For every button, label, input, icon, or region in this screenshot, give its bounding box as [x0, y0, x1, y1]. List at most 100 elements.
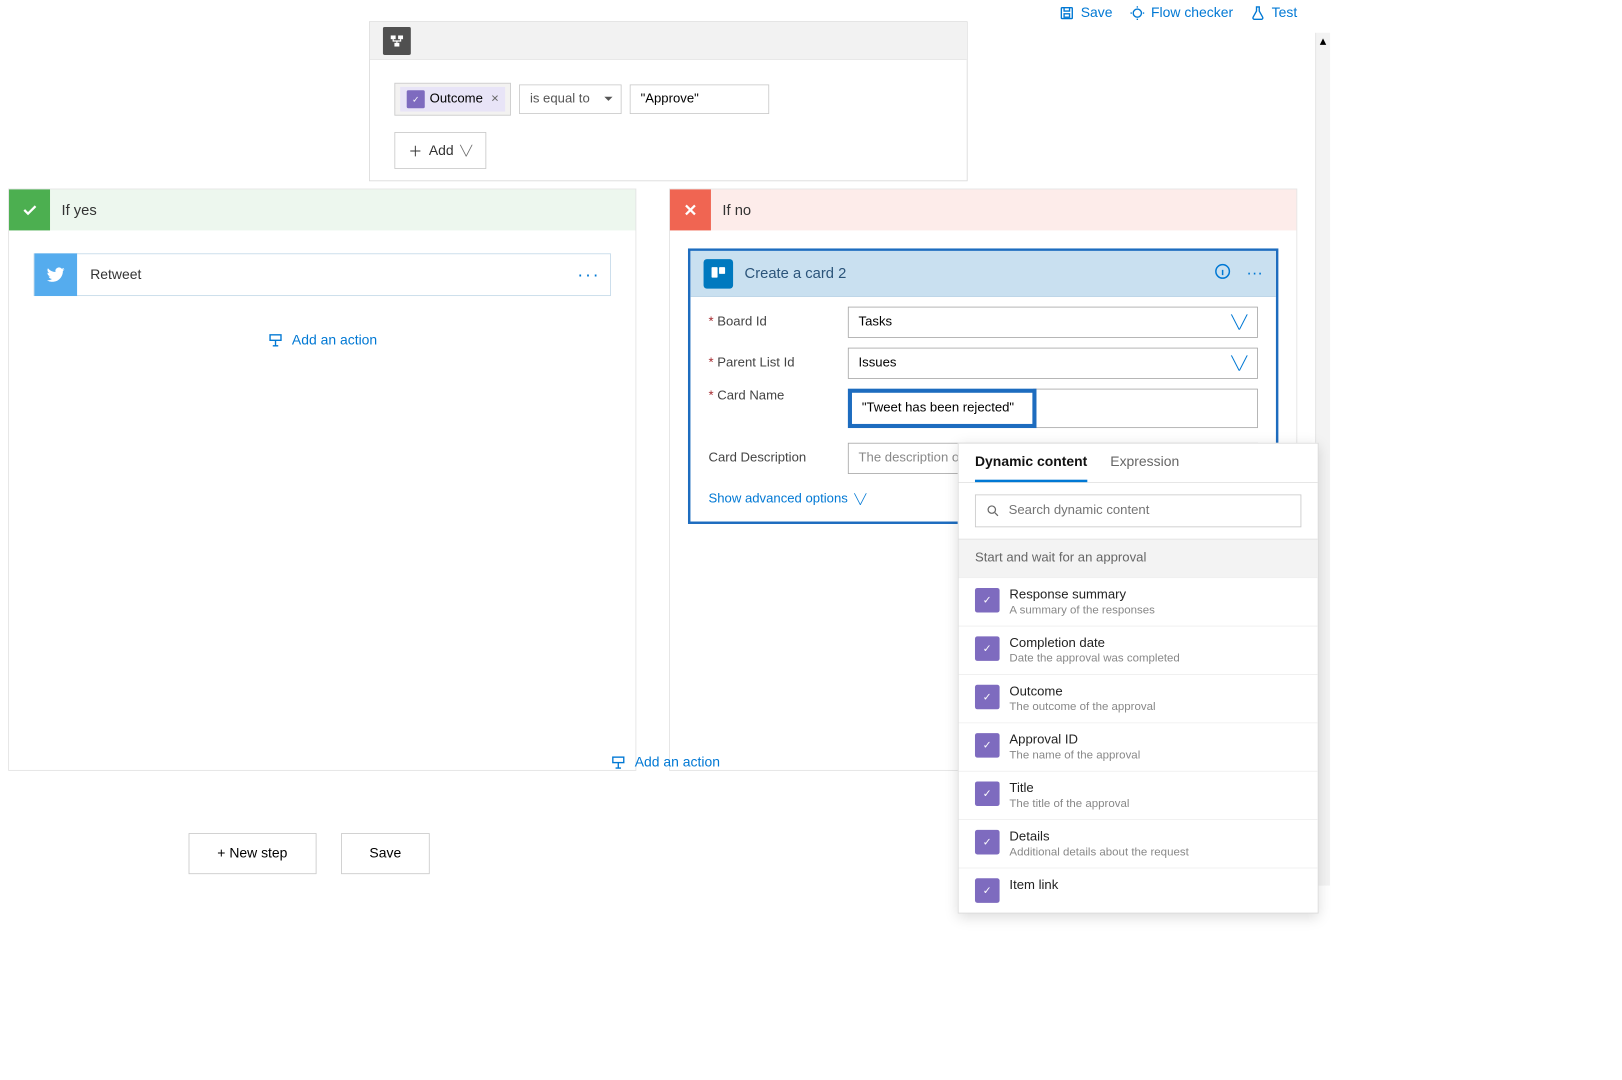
new-step-button[interactable]: + New step	[189, 833, 317, 874]
chip-label: Outcome	[430, 92, 483, 107]
chevron-down-icon: ╲╱	[1231, 355, 1247, 371]
plus-icon: ＋	[408, 140, 422, 161]
chip-remove-icon[interactable]: ×	[488, 92, 499, 107]
test-button[interactable]: Test	[1250, 5, 1298, 21]
dynamic-item-title: Completion date	[1009, 636, 1179, 651]
branch-yes: If yes Retweet ··· Add an action	[8, 189, 636, 771]
dynamic-item-desc: Additional details about the request	[1009, 845, 1188, 858]
tab-dynamic-content[interactable]: Dynamic content	[975, 453, 1087, 482]
dynamic-item-desc: The name of the approval	[1009, 748, 1140, 761]
branch-no-label: If no	[711, 201, 751, 218]
dynamic-content-panel: Dynamic content Expression Start and wai…	[958, 443, 1319, 914]
dynamic-item[interactable]: ✓ Item link	[959, 868, 1318, 913]
card-description-label: Card Description	[708, 451, 847, 466]
add-action-label: Add an action	[635, 754, 720, 770]
card-name-row: * Card Name "Tweet has been rejected"	[690, 379, 1275, 428]
dynamic-item[interactable]: ✓ Details Additional details about the r…	[959, 819, 1318, 867]
dynamic-item-desc: The outcome of the approval	[1009, 699, 1155, 712]
dynamic-item-title: Response summary	[1009, 588, 1154, 603]
dynamic-search[interactable]	[975, 494, 1301, 527]
parent-list-value: Issues	[859, 356, 897, 371]
trello-icon	[704, 259, 734, 289]
branch-yes-label: If yes	[50, 201, 97, 218]
retweet-menu-button[interactable]: ···	[577, 264, 600, 285]
condition-row: ✓ Outcome × is equal to "Approve"	[370, 60, 967, 126]
dynamic-item-desc: A summary of the responses	[1009, 603, 1154, 616]
add-action-label: Add an action	[292, 332, 377, 348]
create-card-header[interactable]: Create a card 2 ···	[690, 251, 1275, 297]
dynamic-item[interactable]: ✓ Approval ID The name of the approval	[959, 722, 1318, 770]
save-footer-button[interactable]: Save	[341, 833, 430, 874]
footer-buttons: + New step Save	[189, 833, 430, 874]
dynamic-item-title: Approval ID	[1009, 733, 1140, 748]
approval-item-icon: ✓	[975, 781, 1000, 806]
chevron-down-icon: ╲╱	[460, 145, 472, 156]
card-name-value: "Tweet has been rejected"	[862, 401, 1014, 416]
flow-checker-icon	[1129, 5, 1145, 21]
add-action-outer[interactable]: Add an action	[610, 754, 720, 770]
chevron-down-icon: ╲╱	[1231, 314, 1247, 330]
dynamic-group-header: Start and wait for an approval	[959, 539, 1318, 578]
twitter-icon	[34, 253, 77, 296]
board-id-row: * Board Id Tasks ╲╱	[690, 297, 1275, 338]
tab-expression[interactable]: Expression	[1110, 453, 1179, 482]
dynamic-item-title: Details	[1009, 830, 1188, 845]
check-icon	[9, 189, 50, 230]
board-id-value: Tasks	[859, 315, 893, 330]
condition-left-operand[interactable]: ✓ Outcome ×	[394, 83, 511, 116]
approval-item-icon: ✓	[975, 588, 1000, 613]
branch-yes-header[interactable]: If yes	[9, 189, 635, 230]
dynamic-item-desc: The title of the approval	[1009, 796, 1129, 809]
approval-item-icon: ✓	[975, 685, 1000, 710]
condition-operator-select[interactable]: is equal to	[519, 84, 621, 114]
retweet-action-card[interactable]: Retweet ···	[34, 253, 611, 296]
dynamic-item-title: Outcome	[1009, 685, 1155, 700]
chevron-down-icon: ╲╱	[854, 494, 866, 505]
dynamic-item[interactable]: ✓ Response summary A summary of the resp…	[959, 577, 1318, 625]
dynamic-search-input[interactable]	[1009, 503, 1291, 518]
approval-chip-icon: ✓	[407, 90, 425, 108]
parent-list-row: * Parent List Id Issues ╲╱	[690, 338, 1275, 379]
flow-checker-label: Flow checker	[1151, 5, 1233, 21]
card-name-label: * Card Name	[708, 389, 847, 404]
condition-card: ✓ Outcome × is equal to "Approve" ＋ Add …	[369, 21, 968, 181]
dynamic-items-list: ✓ Response summary A summary of the resp…	[959, 577, 1318, 912]
save-button[interactable]: Save	[1059, 5, 1113, 21]
right-value-text: "Approve"	[641, 92, 699, 107]
condition-right-value[interactable]: "Approve"	[630, 84, 769, 114]
create-card-menu-button[interactable]: ···	[1246, 264, 1262, 283]
condition-header[interactable]	[370, 22, 967, 60]
add-action-icon	[610, 754, 626, 770]
dynamic-item[interactable]: ✓ Completion date Date the approval was …	[959, 626, 1318, 674]
approval-item-icon: ✓	[975, 878, 1000, 903]
retweet-title: Retweet	[90, 267, 141, 283]
dynamic-item-title: Title	[1009, 781, 1129, 796]
condition-icon	[383, 27, 411, 55]
add-condition-button[interactable]: ＋ Add ╲╱	[394, 132, 486, 169]
test-label: Test	[1272, 5, 1298, 21]
x-icon	[670, 189, 711, 230]
approval-item-icon: ✓	[975, 636, 1000, 661]
info-icon[interactable]	[1214, 262, 1232, 285]
parent-list-select[interactable]: Issues ╲╱	[848, 348, 1258, 379]
branch-no-header[interactable]: If no	[670, 189, 1296, 230]
save-icon	[1059, 5, 1075, 21]
dynamic-item[interactable]: ✓ Title The title of the approval	[959, 771, 1318, 819]
search-icon	[986, 503, 1001, 518]
editor-toolbar: Save Flow checker Test	[1059, 5, 1298, 21]
board-id-select[interactable]: Tasks ╲╱	[848, 307, 1258, 338]
scroll-up-icon[interactable]: ▴	[1316, 33, 1330, 49]
parent-list-label: * Parent List Id	[708, 356, 847, 371]
flow-checker-button[interactable]: Flow checker	[1129, 5, 1233, 21]
add-label: Add	[429, 142, 454, 158]
board-id-label: * Board Id	[708, 315, 847, 330]
card-name-input[interactable]: "Tweet has been rejected"	[848, 389, 1037, 428]
card-name-field-border[interactable]	[1033, 389, 1258, 428]
add-action-yes[interactable]: Add an action	[9, 296, 635, 373]
create-card-title: Create a card 2	[745, 265, 847, 282]
dynamic-item[interactable]: ✓ Outcome The outcome of the approval	[959, 674, 1318, 722]
dynamic-item-desc: Date the approval was completed	[1009, 651, 1179, 664]
dynamic-item-title: Item link	[1009, 878, 1058, 893]
save-label: Save	[1081, 5, 1113, 21]
approval-item-icon: ✓	[975, 733, 1000, 758]
